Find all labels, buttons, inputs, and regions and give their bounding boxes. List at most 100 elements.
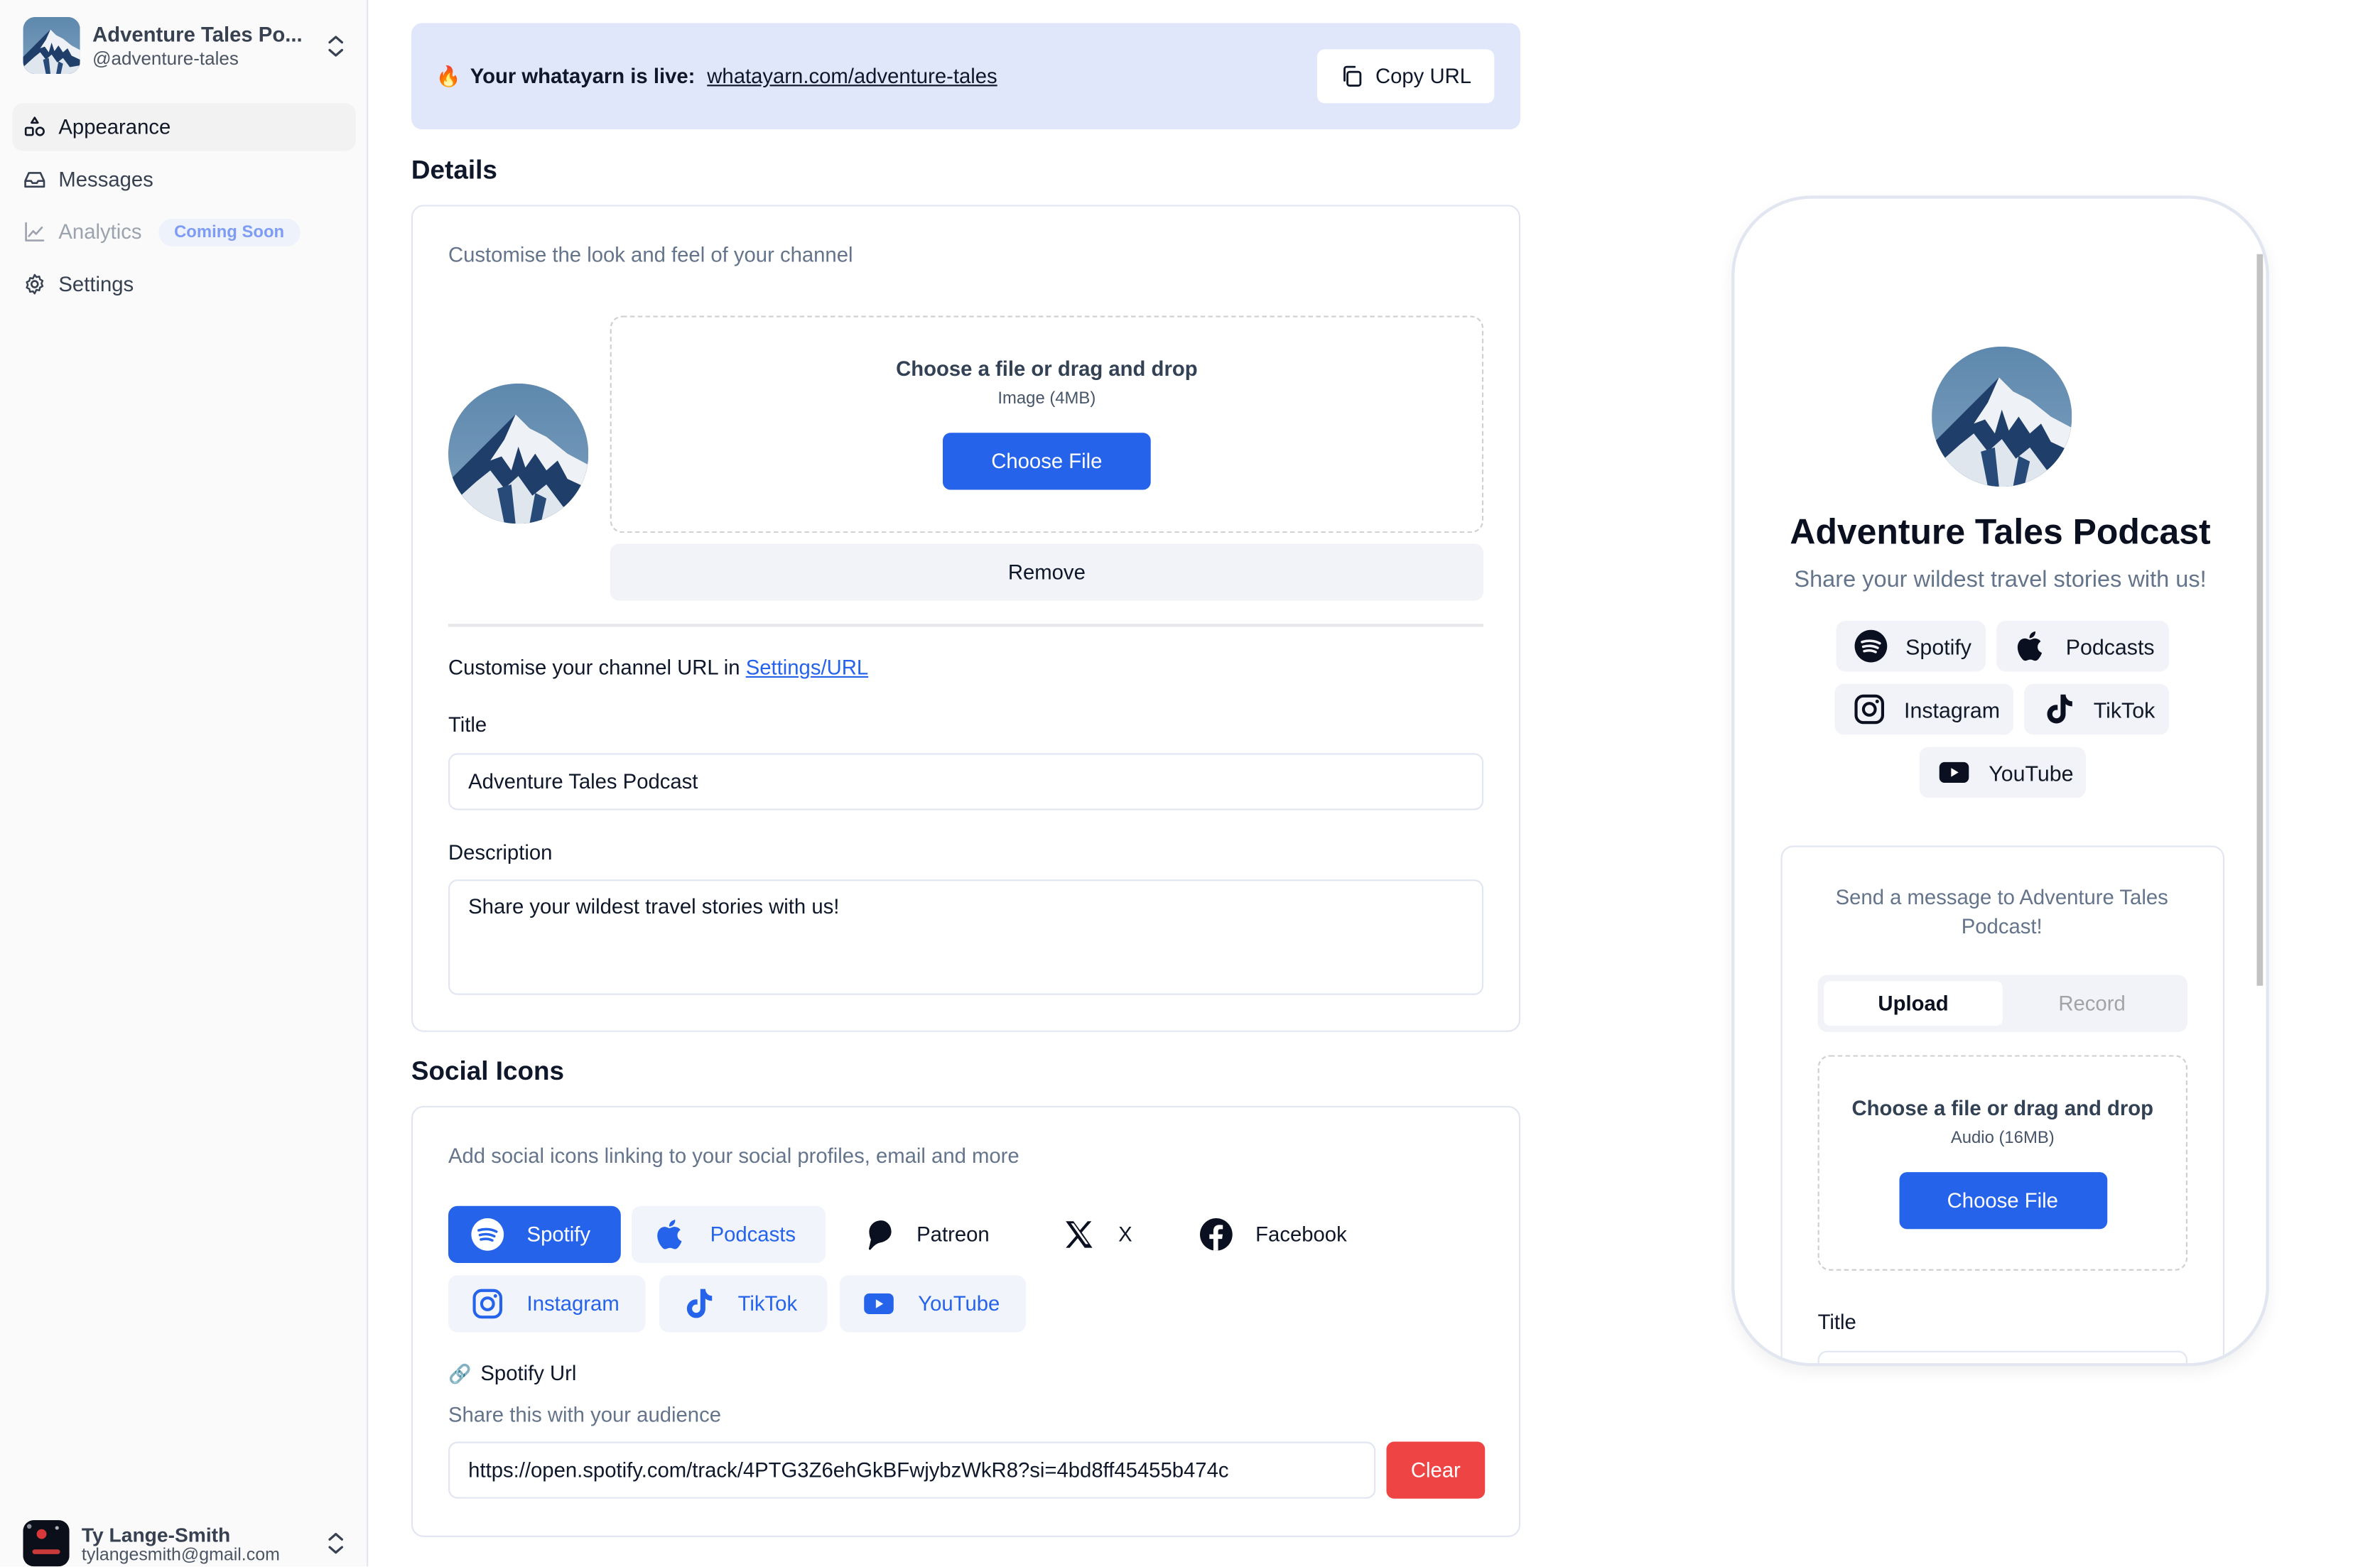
preview-chip-spotify[interactable]: Spotify xyxy=(1836,620,1986,672)
chip-label: YouTube xyxy=(918,1292,1000,1316)
sidebar-item-label: Appearance xyxy=(58,115,171,139)
dropzone-subtitle: Image (4MB) xyxy=(997,389,1096,408)
title-input[interactable]: Adventure Tales Podcast xyxy=(448,753,1484,810)
chip-label: Facebook xyxy=(1255,1222,1347,1247)
remove-image-button[interactable]: Remove xyxy=(610,543,1484,601)
preview-chip-youtube[interactable]: YouTube xyxy=(1919,747,2086,798)
social-chip-patreon[interactable]: Patreon xyxy=(838,1206,1008,1263)
channel-avatar xyxy=(23,17,80,74)
tiktok-icon xyxy=(681,1286,716,1322)
spotify-url-input[interactable]: https://open.spotify.com/track/4PTG3Z6eh… xyxy=(448,1441,1376,1499)
sidebar-item-label: Settings xyxy=(58,272,134,296)
chevron-up-down-icon xyxy=(328,35,343,56)
sidebar-item-messages[interactable]: Messages xyxy=(12,156,356,203)
choose-audio-button[interactable]: Choose File xyxy=(1898,1172,2107,1230)
social-icons-heading: Social Icons xyxy=(411,1056,565,1086)
image-dropzone[interactable]: Choose a file or drag and drop Image (4M… xyxy=(610,315,1484,533)
sidebar: Adventure Tales Po... @adventure-tales A… xyxy=(0,0,369,1567)
fire-icon: 🔥 xyxy=(436,63,461,87)
dropzone-subtitle: Audio (16MB) xyxy=(1950,1129,2055,1148)
spotify-url-label-row: 🔗 Spotify Url xyxy=(448,1362,576,1385)
spotify-url-label: Spotify Url xyxy=(480,1361,577,1385)
upload-record-tabs: Upload Record xyxy=(1817,975,2187,1032)
send-message-card: Send a message to Adventure Tales Podcas… xyxy=(1780,845,2225,1363)
preview-title: Adventure Tales Podcast xyxy=(1790,511,2211,552)
preview-description: Share your wildest travel stories with u… xyxy=(1794,566,2207,593)
audio-dropzone[interactable]: Choose a file or drag and drop Audio (16… xyxy=(1817,1055,2187,1271)
url-hint-text: Customise your channel URL in xyxy=(448,656,740,680)
title-label: Title xyxy=(448,712,487,737)
patreon-icon xyxy=(860,1217,895,1252)
x-icon xyxy=(1061,1217,1097,1252)
link-icon: 🔗 xyxy=(448,1362,472,1384)
chip-label: Patreon xyxy=(916,1222,990,1247)
chip-label: Instagram xyxy=(526,1292,620,1316)
preview-chip-instagram[interactable]: Instagram xyxy=(1834,683,2013,735)
social-subtitle: Add social icons linking to your social … xyxy=(448,1144,1019,1168)
user-avatar xyxy=(23,1520,70,1567)
spotify-url-hint: Share this with your audience xyxy=(448,1403,722,1426)
social-chip-x[interactable]: X xyxy=(1040,1206,1148,1263)
chip-label: YouTube xyxy=(1989,760,2074,785)
spotify-icon xyxy=(470,1217,505,1252)
channel-url-hint: Customise your channel URL in Settings/U… xyxy=(448,656,868,680)
social-chip-facebook[interactable]: Facebook xyxy=(1177,1206,1362,1263)
preview-chip-tiktok[interactable]: TikTok xyxy=(2024,683,2169,735)
apple-icon xyxy=(2013,629,2049,664)
preview-chip-podcasts[interactable]: Podcasts xyxy=(1996,620,2169,672)
preview-title-input[interactable] xyxy=(1817,1350,2187,1363)
social-chip-podcasts[interactable]: Podcasts xyxy=(632,1205,826,1264)
chevron-up-down-icon xyxy=(328,1533,343,1554)
live-banner: 🔥 Your whatayarn is live: whatayarn.com/… xyxy=(411,23,1521,130)
details-subtitle: Customise the look and feel of your chan… xyxy=(448,243,853,267)
tiktok-icon xyxy=(2041,692,2077,727)
clear-button[interactable]: Clear xyxy=(1386,1441,1486,1499)
channel-handle: @adventure-tales xyxy=(92,47,239,69)
shapes-icon xyxy=(24,116,45,136)
apple-icon xyxy=(653,1217,688,1252)
description-textarea[interactable]: Share your wildest travel stories with u… xyxy=(448,879,1484,995)
sidebar-item-settings[interactable]: Settings xyxy=(12,260,356,308)
user-menu[interactable]: Ty Lange-Smith tylangesmith@gmail.com xyxy=(23,1520,347,1567)
banner-text: Your whatayarn is live: xyxy=(470,65,696,88)
facebook-icon xyxy=(1199,1217,1234,1252)
sidebar-item-label: Messages xyxy=(58,168,153,191)
sidebar-item-appearance[interactable]: Appearance xyxy=(12,103,356,151)
chip-label: TikTok xyxy=(2093,697,2155,722)
chip-label: Instagram xyxy=(1904,697,2000,722)
instagram-icon xyxy=(470,1286,505,1322)
tab-record[interactable]: Record xyxy=(2003,981,2182,1026)
choose-file-button[interactable]: Choose File xyxy=(942,433,1151,490)
preview-title-label: Title xyxy=(1817,1311,1856,1334)
preview-avatar xyxy=(1932,347,2072,487)
instagram-icon xyxy=(1851,692,1887,727)
divider xyxy=(448,624,1484,627)
phone-preview: Adventure Tales Podcast Share your wilde… xyxy=(1731,195,2269,1367)
channel-url-link[interactable]: whatayarn.com/adventure-tales xyxy=(707,65,997,88)
social-chip-youtube[interactable]: YouTube xyxy=(839,1275,1027,1333)
social-chip-spotify[interactable]: Spotify xyxy=(448,1205,621,1264)
chip-label: TikTok xyxy=(737,1292,798,1316)
channel-avatar-preview xyxy=(448,384,588,524)
send-message-prompt: Send a message to Adventure Tales Podcas… xyxy=(1835,885,2168,938)
copy-url-button[interactable]: Copy URL xyxy=(1316,49,1495,104)
inbox-icon xyxy=(24,172,45,188)
tab-upload[interactable]: Upload xyxy=(1824,981,2003,1026)
settings-url-link[interactable]: Settings/URL xyxy=(746,656,868,680)
account-switcher[interactable]: Adventure Tales Po... @adventure-tales xyxy=(23,17,347,74)
youtube-icon xyxy=(861,1286,897,1322)
chip-label: Spotify xyxy=(526,1222,591,1247)
chip-label: Spotify xyxy=(1905,634,1972,658)
user-email: tylangesmith@gmail.com xyxy=(81,1545,280,1564)
details-heading: Details xyxy=(411,155,497,185)
social-icons-card: Add social icons linking to your social … xyxy=(411,1105,1521,1537)
chip-label: X xyxy=(1118,1222,1132,1247)
sidebar-item-analytics: Analytics Coming Soon xyxy=(12,208,356,256)
youtube-icon xyxy=(1937,754,1972,790)
chart-line-icon xyxy=(25,222,45,242)
preview-scrollbar[interactable] xyxy=(2256,254,2263,986)
chip-label: Podcasts xyxy=(2065,634,2155,658)
social-chip-instagram[interactable]: Instagram xyxy=(448,1275,646,1333)
social-chip-tiktok[interactable]: TikTok xyxy=(659,1275,828,1333)
copy-url-label: Copy URL xyxy=(1375,65,1472,88)
